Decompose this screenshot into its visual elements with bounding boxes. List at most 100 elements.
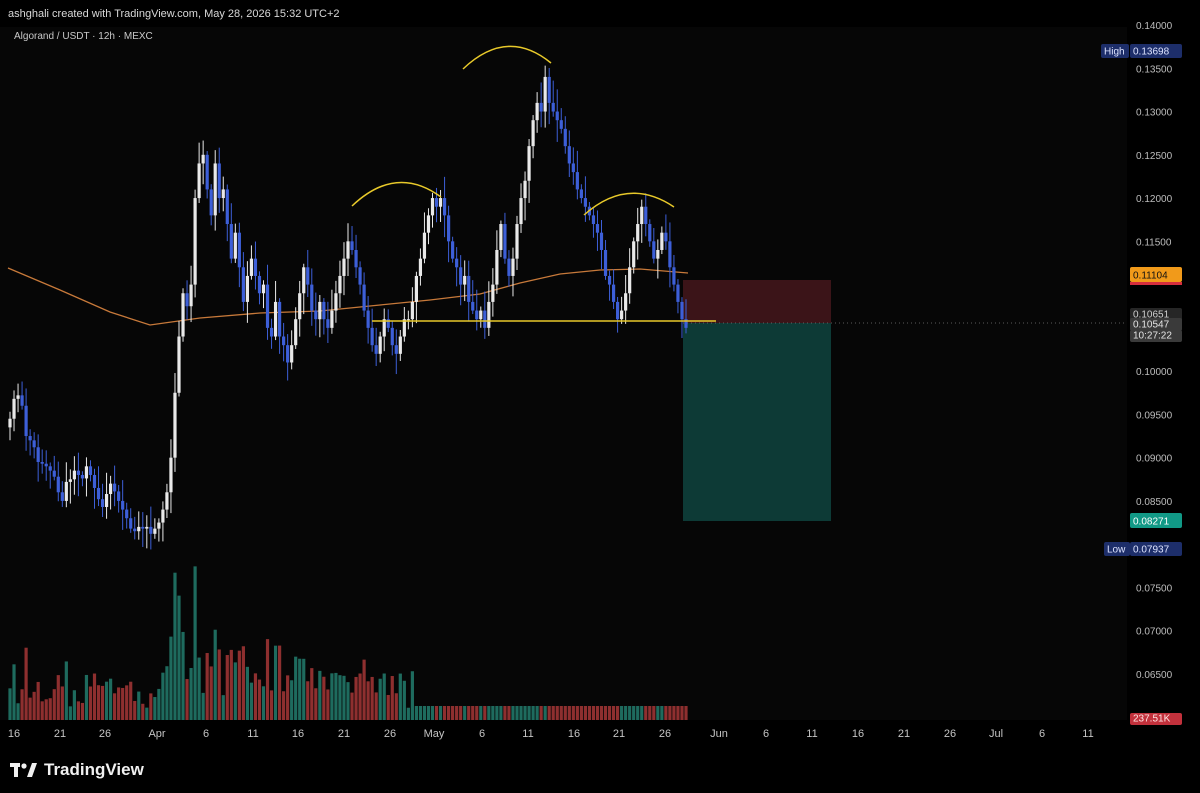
volume-bar bbox=[483, 706, 487, 720]
volume-bar bbox=[636, 706, 640, 720]
candle-body bbox=[318, 301, 322, 320]
volume-bar bbox=[370, 676, 374, 720]
volume-bar bbox=[181, 631, 185, 720]
volume-bar bbox=[402, 680, 406, 720]
volume-bar bbox=[507, 706, 511, 720]
candle-body bbox=[519, 198, 523, 225]
time-tick-label: 26 bbox=[384, 728, 396, 740]
candle-body bbox=[189, 284, 193, 307]
candle-body bbox=[426, 215, 431, 233]
candle-body bbox=[8, 418, 12, 428]
candle-body bbox=[48, 466, 52, 471]
volume-bar bbox=[467, 706, 471, 720]
volume-bar bbox=[72, 690, 76, 720]
time-tick-label: May bbox=[424, 728, 445, 740]
time-tick-label: 6 bbox=[479, 728, 485, 740]
candle-body bbox=[201, 154, 205, 164]
volume-bar bbox=[229, 649, 233, 720]
volume-bar bbox=[269, 690, 274, 720]
candle-body bbox=[515, 224, 519, 259]
volume-bar bbox=[451, 706, 455, 720]
candle-body bbox=[620, 310, 624, 320]
volume-bar bbox=[334, 672, 338, 720]
candle-body bbox=[286, 345, 290, 363]
current-value: 0.10547 bbox=[1133, 320, 1170, 331]
candle-body bbox=[672, 267, 676, 285]
candle-body bbox=[32, 440, 36, 448]
candle-body bbox=[76, 470, 81, 475]
footer bbox=[0, 745, 1200, 793]
volume-bar bbox=[346, 682, 350, 720]
volume-bar bbox=[225, 655, 229, 720]
price-tick-label: 0.14000 bbox=[1136, 21, 1173, 32]
candle-body bbox=[543, 76, 547, 112]
candle-body bbox=[471, 301, 475, 311]
volume-bar bbox=[684, 706, 688, 720]
volume-bar bbox=[245, 666, 250, 720]
candle-body bbox=[668, 241, 672, 268]
volume-bar bbox=[145, 707, 149, 720]
volume-bar bbox=[169, 636, 173, 720]
candle-body bbox=[56, 476, 60, 493]
volume-bar bbox=[197, 657, 201, 720]
countdown: 10:27:22 bbox=[1133, 331, 1172, 342]
time-tick-label: 16 bbox=[568, 728, 580, 740]
volume-bar bbox=[318, 670, 322, 720]
volume-bar bbox=[286, 675, 290, 720]
volume-bar bbox=[76, 701, 81, 720]
volume-bar bbox=[599, 706, 604, 720]
volume-bar bbox=[362, 659, 366, 720]
candle-body bbox=[330, 310, 334, 328]
volume-bar bbox=[60, 686, 64, 720]
volume-bar bbox=[632, 706, 636, 720]
candle-body bbox=[217, 163, 221, 199]
volume-bar bbox=[36, 681, 40, 720]
volume-bar bbox=[430, 706, 435, 720]
volume-bar bbox=[8, 688, 12, 720]
tradingview-logo[interactable]: TradingView bbox=[10, 760, 144, 780]
candles bbox=[8, 65, 688, 550]
candle-body bbox=[555, 111, 559, 121]
volume-bar bbox=[350, 692, 354, 720]
candle-body bbox=[459, 267, 463, 285]
volume-bar bbox=[273, 645, 278, 720]
volume-bar bbox=[539, 706, 543, 720]
candle-body bbox=[157, 522, 161, 529]
candle-body bbox=[442, 198, 447, 216]
candle-body bbox=[80, 474, 85, 479]
candle-body bbox=[455, 258, 459, 268]
time-tick-label: Apr bbox=[148, 728, 165, 740]
candle-body bbox=[374, 345, 378, 354]
candle-body bbox=[100, 499, 105, 507]
candle-body bbox=[607, 275, 612, 285]
candle-body bbox=[418, 258, 423, 276]
candle-body bbox=[414, 275, 419, 302]
candle-body bbox=[362, 284, 366, 311]
candle-body bbox=[406, 319, 410, 321]
price-chart[interactable]: 0.14000 0.13500 0.13000 0.12500 0.12000 0.115… bbox=[0, 0, 1200, 793]
volume-bar bbox=[523, 706, 527, 720]
candle-body bbox=[153, 528, 157, 534]
volume-value: 237.51K bbox=[1133, 714, 1171, 725]
candle-body bbox=[16, 395, 20, 399]
volume-bar bbox=[322, 676, 326, 720]
volume-bar bbox=[137, 691, 141, 720]
price-tick-label: 0.13000 bbox=[1136, 108, 1173, 119]
volume-bar bbox=[28, 697, 32, 720]
time-axis: 16 21 26 Apr 6 11 16 21 26 May 6 11 16 21 26 Jun 6 11 16 21… bbox=[8, 728, 1094, 740]
volume-bar bbox=[314, 688, 318, 720]
candle-body bbox=[225, 189, 229, 225]
candle-body bbox=[241, 267, 245, 302]
stop-loss-zone bbox=[683, 280, 831, 323]
volume-bar bbox=[64, 661, 68, 720]
candle-body bbox=[338, 275, 342, 294]
candle-body bbox=[24, 405, 28, 437]
volume-bar bbox=[591, 706, 596, 720]
candle-body bbox=[145, 526, 149, 529]
volume-bar bbox=[173, 572, 177, 720]
candle-body bbox=[535, 102, 539, 121]
volume-bar bbox=[12, 664, 16, 720]
candle-body bbox=[547, 76, 551, 103]
price-labels: High 0.136980.111040.106510.1054710:27:22… bbox=[1101, 44, 1182, 725]
candle-body bbox=[197, 163, 201, 199]
